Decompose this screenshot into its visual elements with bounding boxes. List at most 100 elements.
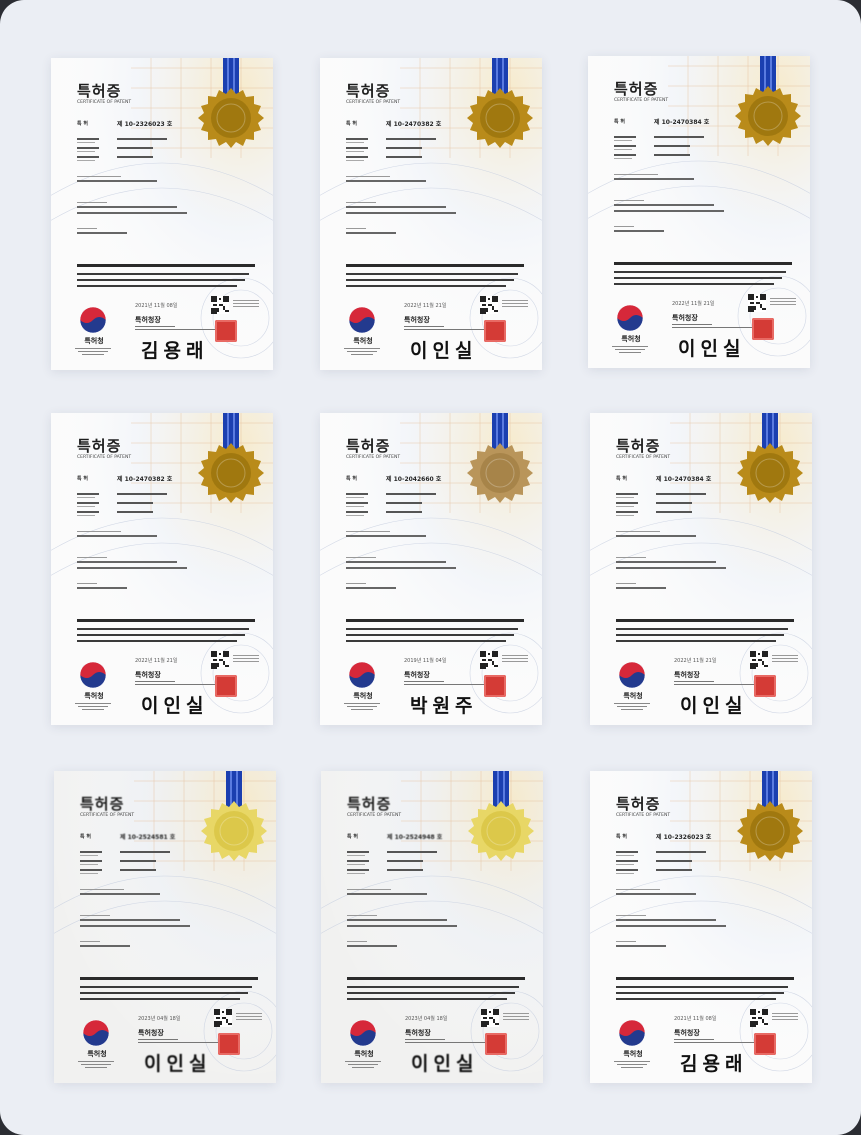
certificate-title: 특허증 — [346, 82, 391, 100]
certificate-statement — [347, 977, 527, 1004]
gold-seal-icon — [198, 88, 264, 148]
office-english-name — [610, 346, 650, 355]
certificate-statement — [77, 264, 257, 291]
qr-code-icon — [214, 1009, 232, 1027]
registration-details — [346, 493, 466, 520]
certificate-statement — [346, 264, 526, 291]
gold-seal-icon — [467, 88, 533, 148]
patent-certificate[interactable]: 특허증 CERTIFICATE OF PATENT 특 허 제 10-24703… — [51, 413, 273, 725]
invention-title — [616, 893, 696, 895]
qr-note — [503, 1013, 529, 1022]
qr-note — [233, 300, 259, 309]
certificate-title: 특허증 — [614, 80, 659, 98]
patentee-text — [77, 206, 177, 208]
qr-code-icon — [750, 651, 768, 669]
registration-details — [80, 851, 200, 878]
certificate-statement — [77, 619, 257, 646]
certificate-subtitle: CERTIFICATE OF PATENT — [347, 813, 402, 818]
office-name: 특허청 — [84, 337, 104, 345]
commissioner-signature: 이인실 — [678, 338, 746, 360]
commissioner-subtitle — [404, 326, 494, 332]
patent-number: 제 10-2326023 호 — [656, 834, 712, 841]
registration-details — [77, 138, 197, 165]
certificate-title: 특허증 — [77, 437, 122, 455]
certificate-title: 특허증 — [616, 437, 661, 455]
registration-details — [616, 493, 736, 520]
commissioner-title: 특허청장 — [138, 1029, 164, 1037]
patent-number: 제 10-2524948 호 — [387, 834, 443, 841]
official-stamp — [484, 675, 506, 697]
office-english-name — [342, 703, 382, 712]
patent-certificate[interactable]: 특허증 CERTIFICATE OF PATENT 특 허 제 10-23260… — [51, 58, 273, 370]
commissioner-signature: 이인실 — [141, 695, 209, 717]
commissioner-signature: 김용래 — [680, 1053, 748, 1075]
commissioner-signature: 이인실 — [144, 1053, 212, 1075]
patentee-text — [616, 561, 716, 563]
inventor-text — [616, 587, 666, 589]
patent-certificate[interactable]: 특허증 CERTIFICATE OF PATENT 특 허 제 10-20426… — [320, 413, 542, 725]
inventor-text — [77, 587, 127, 589]
office-name: 특허청 — [621, 335, 641, 343]
certificate-subtitle: CERTIFICATE OF PATENT — [616, 455, 671, 460]
office-english-name — [612, 703, 652, 712]
patent-number-label: 특 허 — [77, 476, 88, 482]
patent-certificate[interactable]: 특허증 CERTIFICATE OF PATENT 특 허 제 10-23260… — [590, 771, 812, 1083]
patentee-text — [347, 919, 447, 921]
office-english-name — [343, 1061, 383, 1070]
certificate-subtitle: CERTIFICATE OF PATENT — [346, 100, 401, 105]
qr-note — [236, 1013, 262, 1022]
office-name: 특허청 — [354, 1050, 374, 1058]
qr-note — [772, 1013, 798, 1022]
kipo-emblem-icon — [349, 1019, 377, 1047]
commissioner-title: 특허청장 — [674, 671, 700, 679]
official-stamp — [215, 320, 237, 342]
inventor-text — [77, 232, 127, 234]
issue-date: 2022년 11월 21일 — [672, 301, 715, 307]
patent-certificate[interactable]: 특허증 CERTIFICATE OF PATENT 특 허 제 10-25249… — [321, 771, 543, 1083]
patent-number-label: 특 허 — [614, 119, 625, 125]
registration-details — [77, 493, 197, 520]
certificate-statement — [616, 977, 796, 1004]
inventor-text — [80, 945, 130, 947]
kipo-emblem-icon — [82, 1019, 110, 1047]
certificate-title: 특허증 — [346, 437, 391, 455]
issue-date: 2021년 11월 08일 — [135, 303, 178, 309]
certificate-subtitle: CERTIFICATE OF PATENT — [614, 98, 669, 103]
inventor-text — [346, 232, 396, 234]
office-english-name — [73, 703, 113, 712]
office-name: 특허청 — [87, 1050, 107, 1058]
patentee-text — [80, 919, 180, 921]
patent-number: 제 10-2470384 호 — [656, 476, 712, 483]
kipo-emblem-icon — [618, 1019, 646, 1047]
patent-number-label: 특 허 — [616, 476, 627, 482]
gallery-frame: 특허증 CERTIFICATE OF PATENT 특 허 제 10-23260… — [0, 0, 861, 1135]
certificate-subtitle: CERTIFICATE OF PATENT — [346, 455, 401, 460]
qr-code-icon — [211, 296, 229, 314]
patent-certificate[interactable]: 특허증 CERTIFICATE OF PATENT 특 허 제 10-25245… — [54, 771, 276, 1083]
patent-number-label: 특 허 — [346, 121, 357, 127]
issue-date: 2022년 11월 21일 — [404, 303, 447, 309]
patent-certificate[interactable]: 특허증 CERTIFICATE OF PATENT 특 허 제 10-24703… — [588, 56, 810, 368]
invention-title — [347, 893, 427, 895]
patent-certificate[interactable]: 특허증 CERTIFICATE OF PATENT 특 허 제 10-24703… — [590, 413, 812, 725]
kipo-emblem-icon — [79, 306, 107, 334]
qr-code-icon — [480, 296, 498, 314]
commissioner-subtitle — [405, 1039, 495, 1045]
commissioner-subtitle — [138, 1039, 228, 1045]
registration-details — [616, 851, 736, 878]
patent-certificate[interactable]: 특허증 CERTIFICATE OF PATENT 특 허 제 10-24703… — [320, 58, 542, 370]
patent-number: 제 10-2326023 호 — [117, 121, 173, 128]
commissioner-title: 특허청장 — [405, 1029, 431, 1037]
commissioner-signature: 이인실 — [680, 695, 748, 717]
patentee-text — [346, 561, 446, 563]
certificate-subtitle: CERTIFICATE OF PATENT — [77, 100, 132, 105]
official-stamp — [754, 675, 776, 697]
commissioner-subtitle — [674, 1039, 764, 1045]
qr-note — [502, 300, 528, 309]
gold-seal-icon — [737, 801, 803, 861]
official-stamp — [485, 1033, 507, 1055]
registration-details — [614, 136, 734, 163]
certificate-title: 특허증 — [77, 82, 122, 100]
official-stamp — [218, 1033, 240, 1055]
patentee-text — [77, 561, 177, 563]
